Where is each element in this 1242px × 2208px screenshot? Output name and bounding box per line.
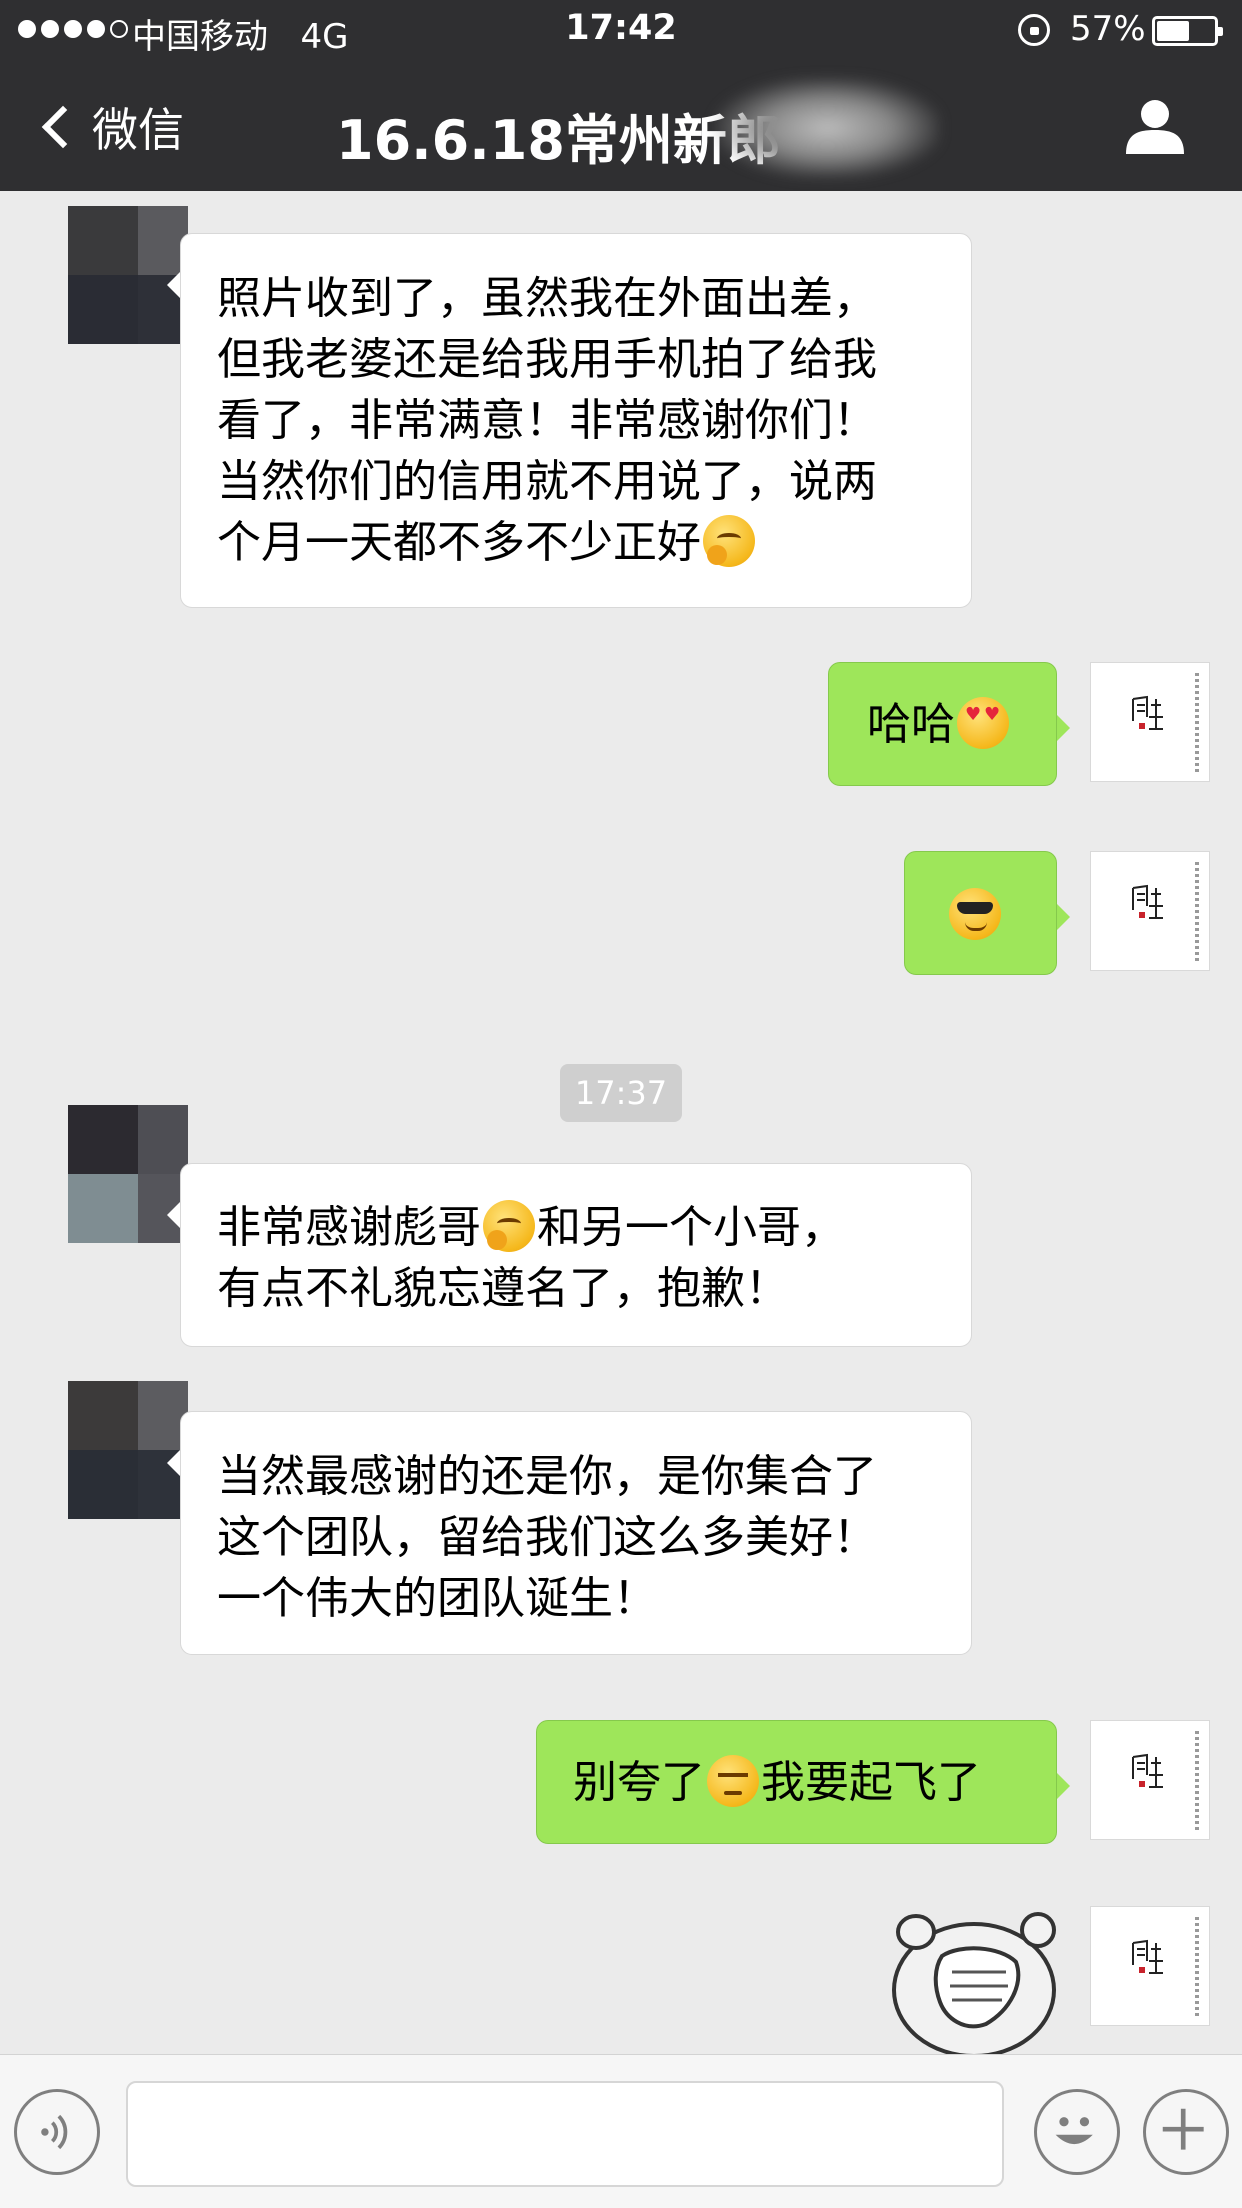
thinking-emoji: [483, 1200, 535, 1252]
heart-eyes-emoji: [957, 697, 1009, 749]
emoji-button[interactable]: [1034, 2089, 1120, 2175]
back-label: 微信: [92, 102, 184, 157]
face-palm-bear-sticker[interactable]: [890, 1906, 1058, 2054]
message-text-part: 非常感谢彪哥: [217, 1202, 481, 1253]
sunglasses-emoji: [949, 888, 1001, 940]
navigation-bar: 微信 16.6.18常州新郎: [0, 62, 1242, 191]
seal-logo: [1132, 695, 1163, 730]
message-bubble-incoming[interactable]: 非常感谢彪哥 和另一个小哥， 有点不礼貌忘遵名了，抱歉！: [167, 1163, 972, 1347]
message-bubble-incoming[interactable]: 照片收到了，虽然我在外面出差， 但我老婆还是给我用手机拍了给我 看了，非常满意！…: [167, 233, 972, 608]
battery-icon: [1152, 16, 1223, 46]
message-text-part: 我要起飞了: [761, 1757, 981, 1808]
status-time: 17:42: [565, 8, 677, 48]
avatar-text-column: [1195, 1731, 1199, 1831]
avatar-text-column: [1195, 862, 1199, 962]
thinking-emoji: [703, 515, 755, 567]
top-bar: 中国移动 4G 17:42 57% 微信 16.6.18常州新郎: [0, 0, 1242, 191]
back-button[interactable]: 微信: [38, 62, 184, 191]
chevron-left-icon: [41, 105, 85, 148]
battery-percent: 57%: [1070, 9, 1146, 49]
more-button[interactable]: [1143, 2089, 1229, 2175]
message-text-part: 别夸了: [573, 1757, 705, 1808]
message-text: 非常感谢彪哥 和另一个小哥， 有点不礼貌忘遵名了，抱歉！: [217, 1197, 935, 1319]
title-blur-mask: [715, 78, 940, 178]
plus-icon: [1162, 2108, 1204, 2150]
message-bubble-outgoing[interactable]: [904, 851, 1070, 975]
unamused-emoji: [707, 1755, 759, 1807]
seal-logo: [1132, 884, 1163, 919]
status-bar: 中国移动 4G 17:42 57%: [0, 0, 1242, 62]
message-text: 当然最感谢的还是你，是你集合了 这个团队，留给我们这么多美好！ 一个伟大的团队诞…: [217, 1451, 877, 1624]
voice-icon: [41, 2114, 68, 2150]
my-avatar[interactable]: [1090, 1720, 1210, 1840]
voice-button[interactable]: [14, 2089, 100, 2175]
message-bubble-incoming[interactable]: 当然最感谢的还是你，是你集合了 这个团队，留给我们这么多美好！ 一个伟大的团队诞…: [167, 1411, 972, 1655]
my-avatar[interactable]: [1090, 851, 1210, 971]
message-bubble-outgoing[interactable]: 哈哈: [828, 662, 1070, 786]
timestamp-chip: 17:37: [560, 1064, 682, 1122]
seal-logo: [1132, 1753, 1163, 1788]
input-bar: [0, 2054, 1242, 2208]
avatar-text-column: [1195, 673, 1199, 773]
seal-logo: [1132, 1939, 1163, 1974]
message-text: 哈哈: [867, 699, 955, 750]
avatar-text-column: [1195, 1917, 1199, 2017]
message-bubble-outgoing[interactable]: 别夸了 我要起飞了: [536, 1720, 1070, 1844]
rotation-lock-icon: [1018, 14, 1050, 46]
message-text-body: 照片收到了，虽然我在外面出差， 但我老婆还是给我用手机拍了给我 看了，非常满意！…: [217, 273, 877, 568]
battery-fill: [1157, 21, 1189, 41]
message-text: 照片收到了，虽然我在外面出差， 但我老婆还是给我用手机拍了给我 看了，非常满意！…: [217, 268, 935, 573]
message-text: 别夸了 我要起飞了: [573, 1755, 981, 1808]
person-icon[interactable]: [1124, 98, 1186, 156]
my-avatar[interactable]: [1090, 662, 1210, 782]
message-input[interactable]: [126, 2081, 1004, 2187]
smiley-icon: [1055, 2117, 1093, 2145]
my-avatar[interactable]: [1090, 1906, 1210, 2026]
